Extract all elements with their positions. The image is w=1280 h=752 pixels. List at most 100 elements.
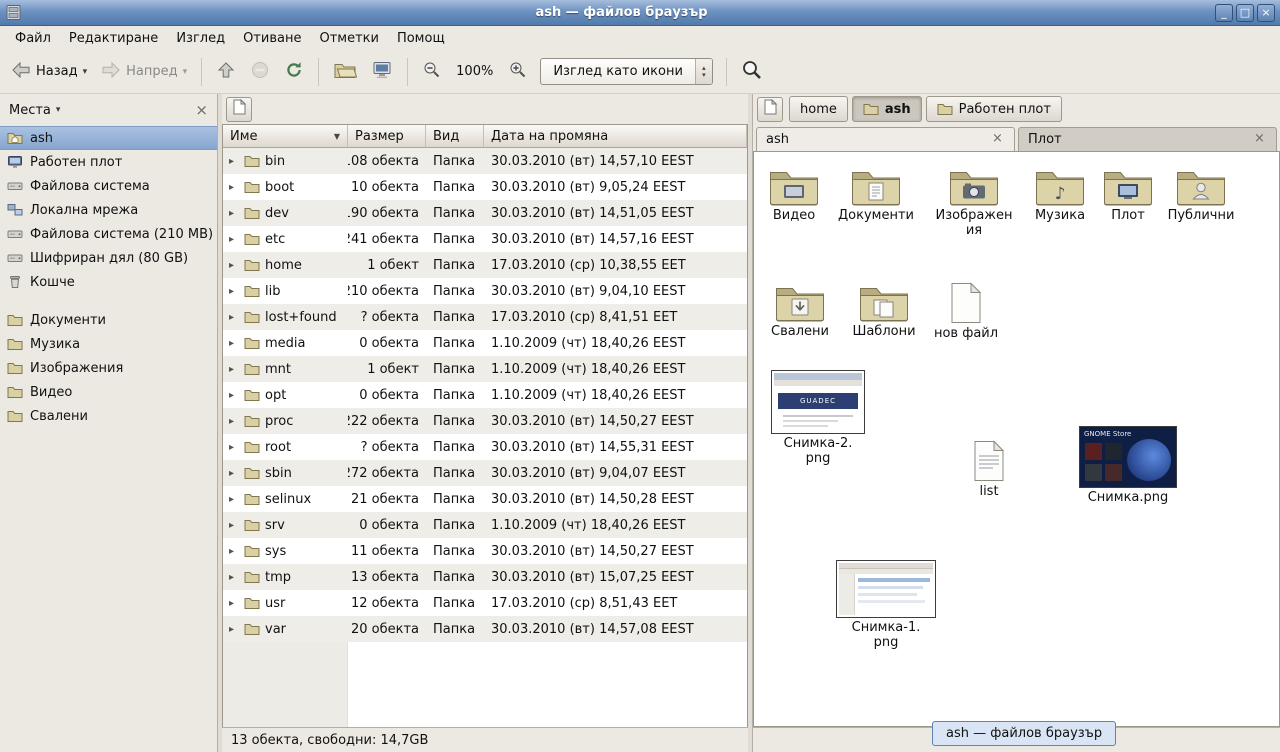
- places-close-icon[interactable]: ×: [195, 103, 208, 117]
- tree-row[interactable]: ▸sys11 обектаПапка30.03.2010 (вт) 14,50,…: [223, 538, 747, 564]
- computer-button[interactable]: [365, 55, 399, 89]
- column-header-type[interactable]: Вид: [426, 125, 484, 148]
- sidebar-item-12[interactable]: Свалени: [0, 404, 217, 428]
- minimize-button[interactable]: _: [1215, 4, 1233, 22]
- sidebar-item-0[interactable]: ash: [0, 126, 217, 150]
- icon-item-8[interactable]: нов файл: [928, 282, 1004, 341]
- tree-row[interactable]: ▸proc222 обектаПапка30.03.2010 (вт) 14,5…: [223, 408, 747, 434]
- view-mode-select[interactable]: Изглед като икони ▴▾: [540, 58, 713, 85]
- places-selector-icon[interactable]: ▾: [56, 105, 61, 115]
- tree-row[interactable]: ▸lost+found? обектаПапка17.03.2010 (ср) …: [223, 304, 747, 330]
- tree-row[interactable]: ▸etc241 обектаПапка30.03.2010 (вт) 14,57…: [223, 226, 747, 252]
- taskbar-window-button[interactable]: ash — файлов браузър: [932, 721, 1116, 746]
- sidebar-desktop-icon: [7, 155, 23, 169]
- tree-row[interactable]: ▸home1 обектПапка17.03.2010 (ср) 10,38,5…: [223, 252, 747, 278]
- stop-button[interactable]: [244, 55, 276, 89]
- tab-0[interactable]: ash×: [756, 127, 1015, 151]
- sidebar-item-11[interactable]: Видео: [0, 380, 217, 404]
- stop-icon: [250, 60, 270, 84]
- reload-button[interactable]: [278, 55, 310, 89]
- icon-item-3[interactable]: ♪Музика: [1022, 166, 1098, 223]
- sidebar-item-2[interactable]: Файлова система: [0, 174, 217, 198]
- sidebar-item-5[interactable]: Шифриран дял (80 GB): [0, 246, 217, 270]
- column-header-modified[interactable]: Дата на промяна: [484, 125, 747, 148]
- folder-icon: [244, 544, 260, 558]
- pathbar-crumb-0[interactable]: home: [789, 96, 848, 122]
- tree-row[interactable]: ▸sbin272 обектаПапка30.03.2010 (вт) 9,04…: [223, 460, 747, 486]
- icon-item-10[interactable]: list: [951, 440, 1027, 499]
- tree-row[interactable]: ▸media0 обектаПапка1.10.2009 (чт) 18,40,…: [223, 330, 747, 356]
- file-type: Папка: [426, 434, 484, 460]
- icon-item-12[interactable]: Снимка-1. png: [834, 560, 938, 650]
- icon-item-1[interactable]: Документи: [838, 166, 914, 223]
- tree-row[interactable]: ▸usr12 обектаПапка17.03.2010 (ср) 8,51,4…: [223, 590, 747, 616]
- back-dropdown-icon[interactable]: ▾: [83, 67, 88, 77]
- sidebar-item-6[interactable]: Кошче: [0, 270, 217, 294]
- menu-item-2[interactable]: Изглед: [167, 28, 234, 49]
- tree-row[interactable]: ▸tmp13 обектаПапка30.03.2010 (вт) 15,07,…: [223, 564, 747, 590]
- icon-item-4[interactable]: Плот: [1090, 166, 1166, 223]
- icon-pane-pathbar: homeashРаботен плот: [753, 94, 1280, 124]
- file-type: Папка: [426, 356, 484, 382]
- icon-item-0[interactable]: Видео: [756, 166, 832, 223]
- expander-icon: ▸: [229, 546, 239, 557]
- icon-item-11[interactable]: GNOME StoreСнимка.png: [1076, 426, 1180, 505]
- close-button[interactable]: ×: [1257, 4, 1275, 22]
- sidebar-item-9[interactable]: Музика: [0, 332, 217, 356]
- tree-row[interactable]: ▸selinux21 обектаПапка30.03.2010 (вт) 14…: [223, 486, 747, 512]
- menu-item-0[interactable]: Файл: [6, 28, 60, 49]
- back-button[interactable]: Назад ▾: [5, 55, 93, 89]
- tab-close-icon[interactable]: ×: [990, 132, 1005, 147]
- column-header-size[interactable]: Размер: [348, 125, 426, 148]
- menu-item-4[interactable]: Отметки: [310, 28, 387, 49]
- icon-item-5[interactable]: Публични: [1163, 166, 1239, 223]
- sidebar-item-label: Изображения: [30, 361, 123, 376]
- file-size: 0 обекта: [348, 382, 426, 408]
- up-button[interactable]: [210, 55, 242, 89]
- tree-row[interactable]: ▸mnt1 обектПапка1.10.2009 (чт) 18,40,26 …: [223, 356, 747, 382]
- sidebar-item-3[interactable]: Локална мрежа: [0, 198, 217, 222]
- sidebar-item-10[interactable]: Изображения: [0, 356, 217, 380]
- icon-label: Снимка-1. png: [852, 620, 921, 650]
- icon-item-9[interactable]: GUADECСнимка-2. png: [766, 370, 870, 466]
- icon-item-7[interactable]: Шаблони: [846, 282, 922, 339]
- tree-row[interactable]: ▸opt0 обектаПапка1.10.2009 (чт) 18,40,26…: [223, 382, 747, 408]
- icon-item-2[interactable]: Изображен ия: [936, 166, 1012, 238]
- sidebar-item-8[interactable]: Документи: [0, 308, 217, 332]
- tree-row[interactable]: ▸var20 обектаПапка30.03.2010 (вт) 14,57,…: [223, 616, 747, 642]
- icon-canvas[interactable]: ВидеоДокументи Изображен ия♪МузикаПлотПуб…: [753, 151, 1280, 727]
- menu-item-1[interactable]: Редактиране: [60, 28, 167, 49]
- up-arrow-icon: [216, 60, 236, 84]
- tree-row[interactable]: ▸root? обектаПапка30.03.2010 (вт) 14,55,…: [223, 434, 747, 460]
- maximize-button[interactable]: □: [1236, 4, 1254, 22]
- column-header-name[interactable]: Име▼: [223, 125, 348, 148]
- tree-row[interactable]: ▸bin108 обектаПапка30.03.2010 (вт) 14,57…: [223, 148, 747, 174]
- file-size: 1 обект: [348, 252, 426, 278]
- zoom-out-button[interactable]: [416, 55, 447, 88]
- column-header-label: Размер: [355, 129, 404, 144]
- combo-arrows-icon[interactable]: ▴▾: [695, 59, 712, 84]
- location-toggle-button[interactable]: [757, 97, 783, 122]
- menu-item-3[interactable]: Отиване: [234, 28, 310, 49]
- tree-row[interactable]: ▸lib210 обектаПапка30.03.2010 (вт) 9,04,…: [223, 278, 747, 304]
- menu-item-5[interactable]: Помощ: [388, 28, 454, 49]
- home-button[interactable]: [327, 55, 363, 89]
- sidebar-item-1[interactable]: Работен плот: [0, 150, 217, 174]
- zoom-in-button[interactable]: [502, 55, 533, 88]
- file-size: 20 обекта: [348, 616, 426, 642]
- tree-row[interactable]: ▸srv0 обектаПапка1.10.2009 (чт) 18,40,26…: [223, 512, 747, 538]
- tab-1[interactable]: Плот×: [1018, 127, 1277, 151]
- tab-close-icon[interactable]: ×: [1252, 132, 1267, 147]
- location-toggle-button[interactable]: [226, 97, 252, 122]
- tree-row[interactable]: ▸boot10 обектаПапка30.03.2010 (вт) 9,05,…: [223, 174, 747, 200]
- crumb-folder-icon: [863, 102, 879, 116]
- search-button[interactable]: [735, 54, 769, 90]
- forward-button[interactable]: Напред ▾: [95, 55, 193, 89]
- tree-row[interactable]: ▸dev190 обектаПапка30.03.2010 (вт) 14,51…: [223, 200, 747, 226]
- file-modified: 30.03.2010 (вт) 9,04,10 EEST: [484, 278, 747, 304]
- icon-item-6[interactable]: Свалени: [762, 282, 838, 339]
- file-modified: 30.03.2010 (вт) 14,51,05 EEST: [484, 200, 747, 226]
- sidebar-item-4[interactable]: Файлова система (210 MB): [0, 222, 217, 246]
- pathbar-crumb-1[interactable]: ash: [852, 96, 922, 122]
- pathbar-crumb-2[interactable]: Работен плот: [926, 96, 1062, 122]
